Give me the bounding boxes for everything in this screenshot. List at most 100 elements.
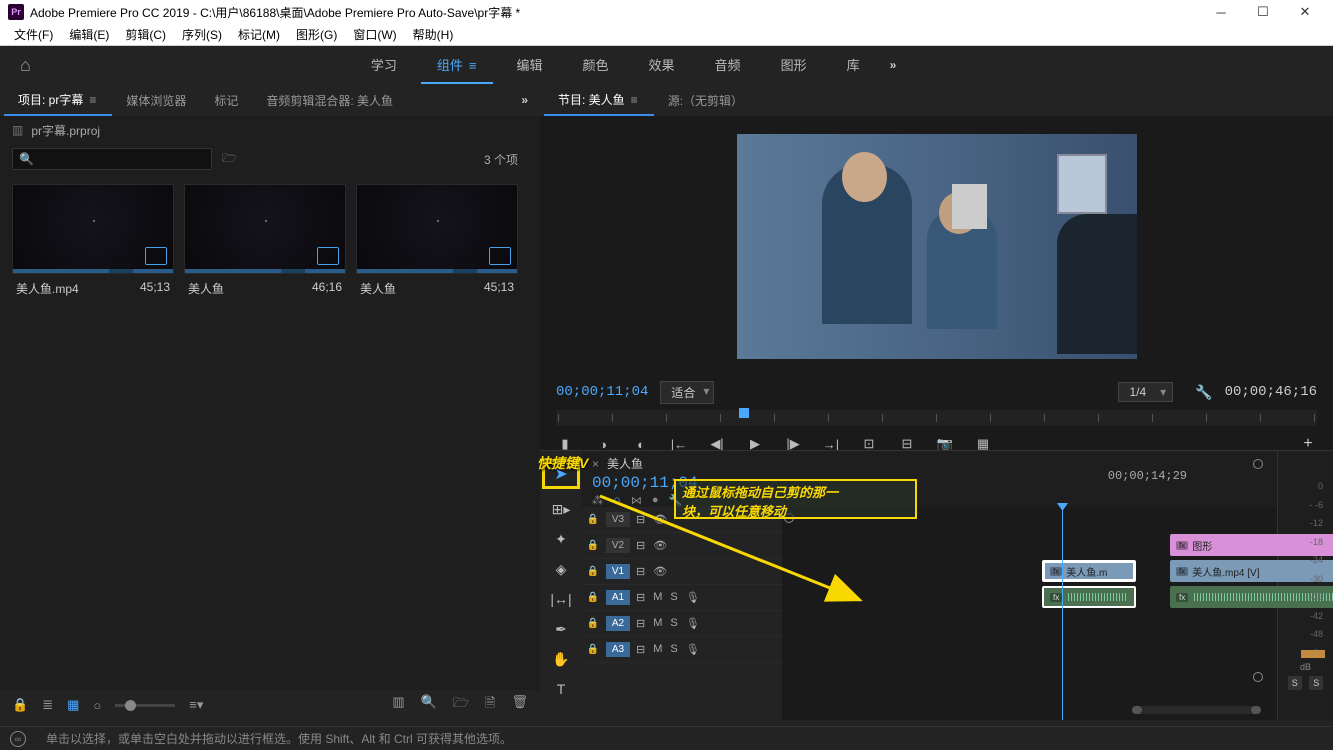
close-sequence-icon[interactable]: × <box>592 457 599 471</box>
sort-icon[interactable]: ≡▾ <box>189 697 203 713</box>
scale-dropdown[interactable]: 1/4 <box>1118 382 1173 402</box>
razor-tool[interactable]: ◈ <box>547 559 575 579</box>
lock-icon[interactable]: 🔒 <box>12 697 28 713</box>
solo-left[interactable]: S <box>1288 676 1302 690</box>
program-scrub-bar[interactable] <box>556 410 1317 426</box>
workspace-effects[interactable]: 效果 <box>633 47 691 84</box>
workspace-graphics[interactable]: 图形 <box>765 47 823 84</box>
audio-meter: 0 - -6 -12 -18 -24 -30 -36 -42 -48 - -54… <box>1277 451 1333 720</box>
item-name: 美人鱼 <box>360 280 396 297</box>
clip-audio-split[interactable]: fx <box>1042 586 1136 608</box>
track-v1[interactable]: 🔒V1⊟👁 <box>582 559 782 585</box>
menu-clip[interactable]: 剪辑(C) <box>117 24 174 45</box>
item-name: 美人鱼.mp4 <box>16 280 79 297</box>
workspace-color[interactable]: 颜色 <box>567 47 625 84</box>
tab-audio-mixer[interactable]: 音频剪辑混合器: 美人鱼 <box>252 86 407 115</box>
program-current-time[interactable]: 00;00;11;04 <box>556 384 648 400</box>
meter-peak-icon <box>1301 650 1325 658</box>
timeline-opt-icon[interactable]: ⁂ <box>592 494 603 507</box>
slip-tool[interactable]: |↔| <box>547 589 575 609</box>
meter-unit: dB <box>1284 662 1327 672</box>
workspace-overflow-icon[interactable]: » <box>880 52 907 78</box>
ripple-edit-tool[interactable]: ✦ <box>547 529 575 549</box>
sequence-type-icon <box>489 247 511 265</box>
timeline-h-scrollbar[interactable] <box>1132 706 1261 714</box>
hand-tool[interactable]: ✋ <box>547 649 575 669</box>
menubar: 文件(F) 编辑(E) 剪辑(C) 序列(S) 标记(M) 图形(G) 窗口(W… <box>0 24 1333 46</box>
icon-view-icon[interactable]: ▦ <box>67 697 79 713</box>
automate-icon[interactable]: ▥ <box>392 694 404 716</box>
project-item[interactable]: 美人鱼.mp445;13 <box>12 184 174 303</box>
timeline-tracks-area[interactable]: fx图形 fx美人鱼.m fx美人鱼.mp4 [V] fx fx <box>782 507 1277 720</box>
clip-video-split[interactable]: fx美人鱼.m <box>1042 560 1136 582</box>
sequence-name[interactable]: 美人鱼 <box>607 455 643 472</box>
menu-window[interactable]: 窗口(W) <box>345 24 404 45</box>
pen-tool[interactable]: ✒ <box>547 619 575 639</box>
menu-graphics[interactable]: 图形(G) <box>288 24 345 45</box>
tab-project[interactable]: 项目: pr字幕≡ <box>4 85 112 116</box>
maximize-button[interactable]: ☐ <box>1243 1 1283 23</box>
linked-selection-icon[interactable]: ⋈ <box>631 494 642 507</box>
project-panel: 项目: pr字幕≡ 媒体浏览器 标记 音频剪辑混合器: 美人鱼 » ▥ pr字幕… <box>0 84 540 720</box>
zoom-slider[interactable] <box>115 704 175 707</box>
type-tool[interactable]: T <box>547 679 575 699</box>
workspace-assembly[interactable]: 组件≡ <box>421 47 493 84</box>
minimize-button[interactable]: ─ <box>1201 1 1241 23</box>
new-item-icon[interactable]: 🗎 <box>485 694 495 716</box>
menu-help[interactable]: 帮助(H) <box>405 24 462 45</box>
marker-opts-icon[interactable]: ● <box>652 494 659 507</box>
premiere-icon: Pr <box>8 4 24 20</box>
timeline-tools: ➤ ⊞▸ ✦ ◈ |↔| ✒ ✋ T <box>540 451 582 720</box>
sync-lock-icon[interactable] <box>1253 459 1263 469</box>
item-name: 美人鱼 <box>188 280 224 297</box>
workspace-editing[interactable]: 编辑 <box>501 47 559 84</box>
workspace-audio[interactable]: 音频 <box>699 47 757 84</box>
find-icon[interactable]: 🔍 <box>421 694 437 716</box>
tab-source[interactable]: 源:（无剪辑） <box>654 86 757 115</box>
titlebar: Pr Adobe Premiere Pro CC 2019 - C:\用户\86… <box>0 0 1333 24</box>
sync-indicator-icon <box>1253 672 1263 682</box>
timeline-panel: ➤ ⊞▸ ✦ ◈ |↔| ✒ ✋ T ×美人鱼 00;00;11;04 ⁂ ∩ … <box>540 450 1333 720</box>
new-bin-button[interactable]: 🗁 <box>453 694 469 716</box>
timeline-playhead[interactable] <box>1062 507 1063 720</box>
playhead-icon[interactable] <box>739 408 749 418</box>
tab-program[interactable]: 节目: 美人鱼≡ <box>544 85 654 116</box>
tab-media-browser[interactable]: 媒体浏览器 <box>112 86 200 115</box>
solo-right[interactable]: S <box>1309 676 1323 690</box>
project-filename: pr字幕.prproj <box>31 122 100 139</box>
window-title: Adobe Premiere Pro CC 2019 - C:\用户\86188… <box>30 4 520 21</box>
close-button[interactable]: ✕ <box>1285 1 1325 23</box>
workspace-library[interactable]: 库 <box>831 47 876 84</box>
snap-icon[interactable]: ∩ <box>613 494 621 507</box>
delete-icon[interactable]: 🗑 <box>511 694 528 716</box>
menu-file[interactable]: 文件(F) <box>6 24 61 45</box>
track-select-tool[interactable]: ⊞▸ <box>547 499 575 519</box>
list-view-icon[interactable]: ≣ <box>42 697 53 713</box>
freeform-view-icon[interactable]: ○ <box>93 698 101 713</box>
track-a2[interactable]: 🔒A2⊟MS🎙 <box>582 611 782 637</box>
menu-edit[interactable]: 编辑(E) <box>61 24 117 45</box>
video-preview[interactable] <box>737 134 1137 359</box>
track-v2[interactable]: 🔒V2⊟👁 <box>582 533 782 559</box>
project-item[interactable]: 美人鱼45;13 <box>356 184 518 303</box>
home-icon[interactable]: ⌂ <box>10 51 41 80</box>
workspace-learn[interactable]: 学习 <box>355 47 413 84</box>
track-a1[interactable]: 🔒A1⊟MS🎙 <box>582 585 782 611</box>
search-icon: 🔍 <box>19 152 34 166</box>
creative-cloud-icon[interactable]: ∞ <box>10 731 26 747</box>
program-duration: 00;00;46;16 <box>1225 384 1317 400</box>
search-input[interactable]: 🔍 <box>12 148 212 170</box>
menu-marker[interactable]: 标记(M) <box>230 24 288 45</box>
folder-icon: ▥ <box>12 123 23 137</box>
tab-markers[interactable]: 标记 <box>200 86 252 115</box>
fit-dropdown[interactable]: 适合 <box>660 381 714 404</box>
menu-sequence[interactable]: 序列(S) <box>174 24 230 45</box>
track-headers: 🔒V3⊟👁 🔒V2⊟👁 🔒V1⊟👁 🔒A1⊟MS🎙 🔒A2⊟MS🎙 🔒A3⊟MS… <box>582 507 782 720</box>
track-a3[interactable]: 🔒A3⊟MS🎙 <box>582 637 782 663</box>
project-item[interactable]: 美人鱼46;16 <box>184 184 346 303</box>
new-bin-icon[interactable]: 🗁 <box>222 149 237 170</box>
project-items: 美人鱼.mp445;13 美人鱼46;16 美人鱼45;13 <box>0 174 540 313</box>
settings-icon[interactable]: 🔧 <box>1195 384 1212 401</box>
workspace-bar: ⌂ 学习 组件≡ 编辑 颜色 效果 音频 图形 库 » <box>0 46 1333 84</box>
panel-overflow-icon[interactable]: » <box>513 93 536 107</box>
